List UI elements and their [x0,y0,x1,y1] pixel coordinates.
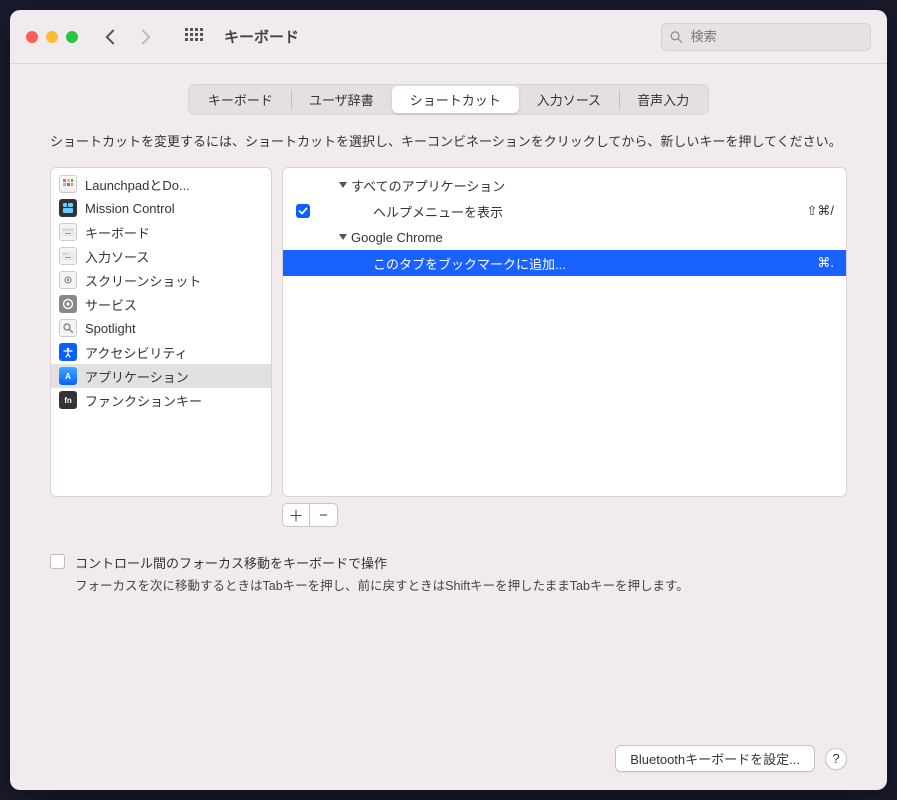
tab-text[interactable]: ユーザ辞書 [291,86,392,113]
shortcut-item[interactable]: このタブをブックマークに追加... ⌘. [283,250,846,276]
tab-dictation[interactable]: 音声入力 [619,86,707,113]
window-title: キーボード [224,26,299,47]
category-input-sources[interactable]: 入力ソース [51,244,271,268]
tab-input-sources[interactable]: 入力ソース [519,86,619,113]
content: キーボード ユーザ辞書 ショートカット 入力ソース 音声入力 ショートカットを変… [10,64,887,790]
category-keyboard[interactable]: キーボード [51,220,271,244]
keyboard-icon [59,223,77,241]
shortcut-label: ヘルプメニューを表示 [373,202,798,221]
applications-icon: A [59,367,77,385]
keyboard-navigation-label: コントロール間のフォーカス移動をキーボードで操作 [75,553,387,572]
keyboard-navigation-checkbox[interactable] [50,554,65,569]
category-mission-control[interactable]: Mission Control [51,196,271,220]
help-button[interactable]: ? [825,748,847,770]
minimize-icon[interactable] [46,31,58,43]
add-button[interactable]: ＋ [282,503,310,527]
add-remove-buttons: ＋ − [282,503,847,527]
chevron-down-icon [339,234,347,240]
category-services[interactable]: サービス [51,292,271,316]
svg-text:A: A [65,372,71,381]
shortcut-keys[interactable]: ⌘. [817,255,834,271]
keyboard-navigation-description: フォーカスを次に移動するときはTabキーを押し、前に戻すときはShiftキーを押… [75,576,847,597]
category-label: Spotlight [85,321,136,336]
category-label: Mission Control [85,201,175,216]
window-controls [26,31,78,43]
category-label: スクリーンショット [85,271,201,290]
mission-control-icon [59,199,77,217]
search-icon [670,30,683,44]
shortcut-enabled-checkbox[interactable] [296,204,310,218]
category-function-keys[interactable]: fn ファンクションキー [51,388,271,412]
category-spotlight[interactable]: Spotlight [51,316,271,340]
shortcut-label: このタブをブックマークに追加... [373,254,809,273]
search-input[interactable] [689,28,862,45]
category-label: 入力ソース [85,247,149,266]
group-label: すべてのアプリケーション [351,176,505,195]
tab-shortcuts[interactable]: ショートカット [392,86,519,113]
tab-keyboard[interactable]: キーボード [190,86,291,113]
maximize-icon[interactable] [66,31,78,43]
bluetooth-keyboard-button[interactable]: Bluetoothキーボードを設定... [615,745,815,772]
category-list: LaunchpadとDo... Mission Control キーボード [50,167,272,497]
shortcut-keys[interactable]: ⇧⌘/ [806,203,834,219]
category-accessibility[interactable]: アクセシビリティ [51,340,271,364]
search-field[interactable] [661,23,871,51]
back-button[interactable] [96,23,124,51]
footer: Bluetoothキーボードを設定... ? [50,719,847,772]
shortcut-list: すべてのアプリケーション ヘルプメニューを表示 ⇧⌘/ [282,167,847,497]
shortcut-group[interactable]: すべてのアプリケーション [283,172,846,198]
preferences-window: キーボード キーボード ユーザ辞書 ショートカット 入力ソース 音声入力 ショー… [10,10,887,790]
services-icon [59,295,77,313]
accessibility-icon [59,343,77,361]
input-sources-icon [59,247,77,265]
category-label: サービス [85,295,137,314]
category-applications[interactable]: A アプリケーション [51,364,271,388]
remove-button[interactable]: − [310,503,338,527]
category-label: アプリケーション [85,367,189,386]
shortcut-item[interactable]: ヘルプメニューを表示 ⇧⌘/ [283,198,846,224]
spotlight-icon [59,319,77,337]
shortcut-group[interactable]: Google Chrome [283,224,846,250]
category-label: LaunchpadとDo... [85,175,190,194]
category-label: ファンクションキー [85,391,202,410]
category-launchpad[interactable]: LaunchpadとDo... [51,172,271,196]
group-label: Google Chrome [351,230,443,245]
tab-bar: キーボード ユーザ辞書 ショートカット 入力ソース 音声入力 [50,84,847,115]
shortcut-panes: LaunchpadとDo... Mission Control キーボード [50,167,847,497]
function-keys-icon: fn [59,391,77,409]
screenshot-icon [59,271,77,289]
launchpad-icon [59,175,77,193]
keyboard-navigation-section: コントロール間のフォーカス移動をキーボードで操作 フォーカスを次に移動するときは… [50,553,847,597]
close-icon[interactable] [26,31,38,43]
category-screenshot[interactable]: スクリーンショット [51,268,271,292]
forward-button[interactable] [132,23,160,51]
category-label: キーボード [85,223,150,242]
chevron-down-icon [339,182,347,188]
instruction-text: ショートカットを変更するには、ショートカットを選択し、キーコンビネーションをクリ… [50,131,847,153]
titlebar: キーボード [10,10,887,64]
category-label: アクセシビリティ [85,343,188,362]
show-all-icon[interactable] [180,23,208,51]
